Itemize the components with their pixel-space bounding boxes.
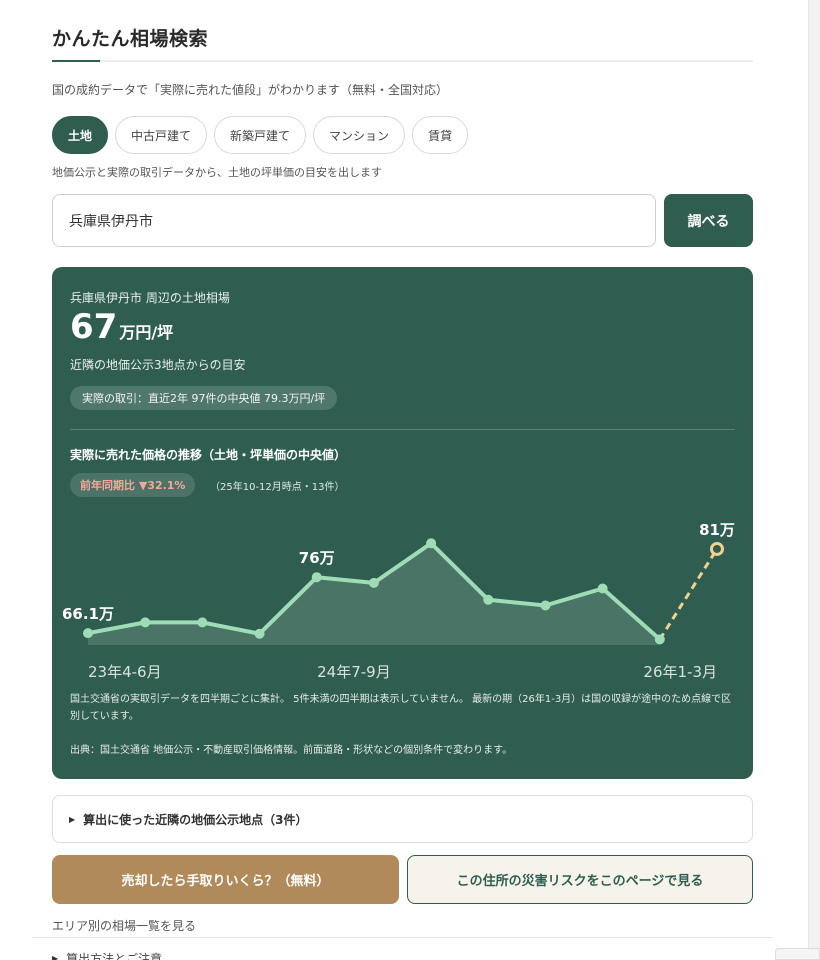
chart-x-tick-label: 24年7-9月 <box>317 663 391 681</box>
chart-point <box>654 634 665 645</box>
chart-point <box>426 538 437 549</box>
tab-rental[interactable]: 賃貸 <box>412 116 469 154</box>
chart-point <box>197 617 208 628</box>
chart-area-fill <box>88 543 660 645</box>
scrollbar[interactable] <box>808 0 820 960</box>
chart-data-label: 81万 <box>699 521 735 539</box>
footer-divider <box>32 937 773 938</box>
chart-data-label: 76万 <box>299 549 335 567</box>
chart-provisional-line <box>658 548 719 641</box>
chart-point <box>483 594 494 605</box>
caret-right-icon: ▶ <box>52 954 59 960</box>
nearby-points-toggle[interactable]: ▶ 算出に使った近隣の地価公示地点（3件） <box>52 795 753 843</box>
method-label: 算出方法とご注意 <box>66 952 163 960</box>
page-title: かんたん相場検索 <box>52 28 209 50</box>
chart-x-tick-label: 26年1-3月 <box>643 663 717 681</box>
method-toggle[interactable]: ▶ 算出方法とご注意 <box>52 950 162 960</box>
chart-data-label: 66.1万 <box>62 605 114 623</box>
tab-land[interactable]: 土地 <box>52 116 109 154</box>
search-button[interactable]: 調べる <box>664 194 753 247</box>
chart-point <box>540 600 551 611</box>
chart-point <box>254 628 265 639</box>
chart-point <box>83 628 93 639</box>
area-list-link[interactable]: エリア別の相場一覧を見る <box>52 917 196 934</box>
chart-x-tick-label: 23年4-6月 <box>88 663 162 681</box>
price-trend-chart: 66.1万 76万 81万 23年4-6月 24年7-9月 26年1-3月 <box>62 521 735 681</box>
page-subtitle: 国の成約データで「実際に売れた値段」がわかります（無料・全国対応） <box>52 83 449 97</box>
source-note: 出典：国土交通省 地価公示・不動産取引価格情報。前面道路・形状などの個別条件で変… <box>70 745 513 756</box>
chart-point <box>368 577 379 588</box>
caret-right-icon: ▶ <box>69 814 76 824</box>
tab-mansion[interactable]: マンション <box>313 116 406 154</box>
chart-footnote: 国土交通省の実取引データを四半期ごとに集計。 5件未満の四半期は表示していません… <box>70 694 732 722</box>
chart-point <box>311 572 322 583</box>
result-card: 兵庫県伊丹市 周辺の土地相場 67 万円/坪 近隣の地価公示3地点からの目安 実… <box>52 267 753 779</box>
chart-point-provisional <box>710 541 724 556</box>
recaptcha-badge <box>775 948 820 960</box>
chart-point <box>597 583 608 594</box>
tab-used-house[interactable]: 中古戸建て <box>115 116 208 154</box>
sell-estimate-button[interactable]: 売却したら手取りいくら？（無料） <box>52 855 399 904</box>
title-divider <box>52 60 753 62</box>
disaster-risk-button[interactable]: この住所の災害リスクをこのページで見る <box>407 855 753 904</box>
chart-point <box>140 617 151 628</box>
search-hint: 地価公示と実際の取引データから、土地の坪単価の目安を出します <box>52 166 382 179</box>
tab-new-house[interactable]: 新築戸建て <box>214 116 307 154</box>
address-search-input[interactable] <box>52 194 656 247</box>
title-divider-accent <box>52 60 100 62</box>
property-type-tabs: 土地 中古戸建て 新築戸建て マンション 賃貸 <box>52 116 469 154</box>
nearby-points-label: 算出に使った近隣の地価公示地点（3件） <box>83 812 308 827</box>
